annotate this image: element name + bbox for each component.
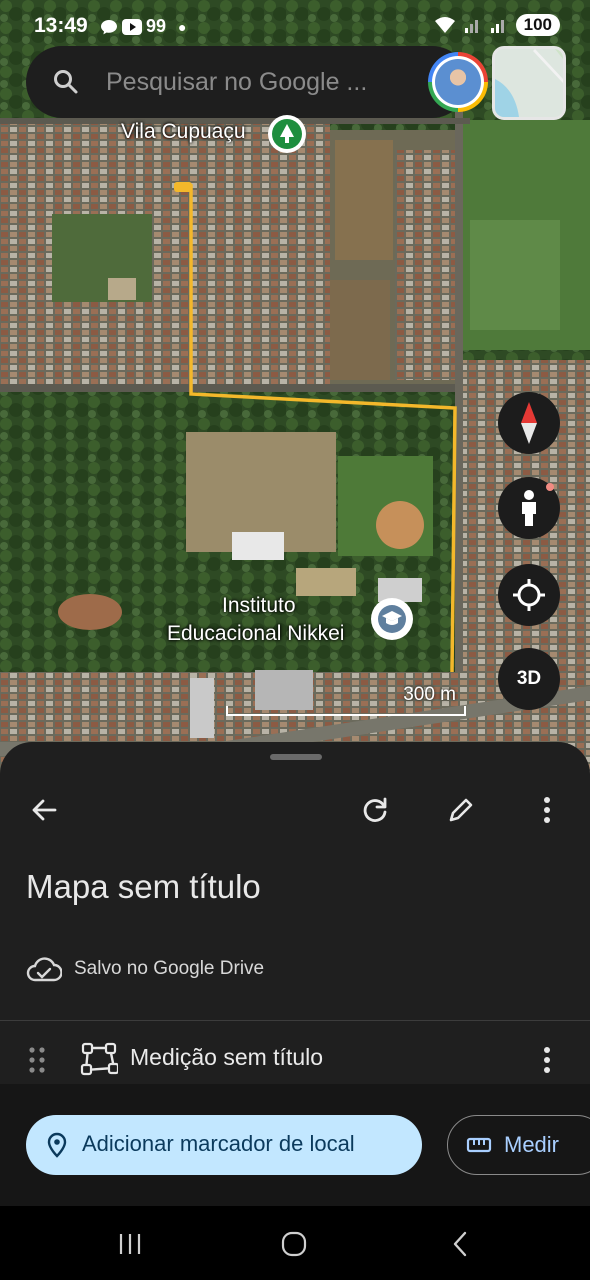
3d-label: 3D — [516, 668, 542, 689]
recent-apps-button[interactable] — [110, 1224, 150, 1264]
map-thumbnail-icon — [495, 49, 563, 117]
search-placeholder[interactable]: Pesquisar no Google ... — [106, 68, 367, 97]
more-vert-icon — [544, 797, 550, 823]
map-title[interactable]: Mapa sem título — [26, 868, 261, 906]
notification-icons: 99 ● — [100, 16, 187, 37]
add-place-marker-button[interactable]: Adicionar marcador de local — [26, 1115, 422, 1175]
measure-button[interactable]: Medir — [447, 1115, 590, 1175]
home-button[interactable] — [274, 1224, 314, 1264]
3d-button[interactable]: 3D — [498, 648, 560, 710]
avatar[interactable] — [428, 52, 488, 112]
refresh-button[interactable] — [353, 788, 397, 832]
my-location-button[interactable] — [498, 564, 560, 626]
drag-handle[interactable] — [270, 754, 322, 760]
poi-label-vila[interactable]: Vila Cupuaçu — [121, 120, 246, 144]
recents-icon — [119, 1234, 141, 1254]
edit-button[interactable] — [439, 788, 483, 832]
satellite-map[interactable]: 13:49 99 ● 100 Pesquisar no Google ... V… — [0, 0, 590, 800]
status-time: 13:49 — [34, 14, 88, 37]
refresh-icon — [363, 797, 387, 822]
pencil-icon — [449, 798, 473, 822]
scale-label: 300 m — [403, 684, 456, 705]
system-back-button[interactable] — [440, 1224, 480, 1264]
tree-icon — [272, 119, 302, 149]
search-icon — [54, 70, 78, 94]
street-view-button[interactable] — [498, 477, 560, 539]
notification-dot — [546, 483, 554, 491]
status-bar: 13:49 99 ● 100 — [0, 0, 590, 52]
youtube-icon — [122, 18, 142, 35]
item-more-icon[interactable] — [543, 1046, 551, 1074]
crosshair-icon — [513, 579, 545, 611]
poi-label-instituto-line2[interactable]: Educacional Nikkei — [167, 622, 344, 646]
measure-label: Medir — [504, 1132, 560, 1157]
compass-button[interactable] — [498, 392, 560, 454]
search-bar[interactable]: Pesquisar no Google ... — [26, 46, 488, 118]
signal-icon-2 — [490, 20, 504, 33]
back-button[interactable] — [22, 788, 66, 832]
drag-indicator-icon[interactable] — [28, 1046, 46, 1074]
scale-bar: 300 m — [226, 684, 466, 716]
polygon-icon — [80, 1042, 118, 1076]
save-status-text: Salvo no Google Drive — [74, 958, 265, 979]
divider — [0, 1020, 590, 1021]
pegman-icon — [522, 490, 536, 526]
scale-ruler — [226, 706, 466, 716]
signal-icon — [464, 20, 478, 33]
ruler-icon — [466, 1137, 492, 1153]
more-options-button[interactable] — [525, 788, 569, 832]
save-status: Salvo no Google Drive — [26, 956, 264, 982]
wifi-icon — [434, 17, 455, 33]
action-bar: Adicionar marcador de local Medir — [0, 1084, 590, 1206]
school-icon — [374, 601, 410, 637]
system-nav-bar — [0, 1206, 590, 1280]
notification-count: 99 — [146, 16, 167, 36]
bottom-sheet: Mapa sem título Salvo no Google Drive Me… — [0, 742, 590, 1280]
battery-indicator: 100 — [515, 14, 560, 36]
list-item[interactable]: Medição sem título — [0, 1034, 590, 1084]
poi-label-instituto-line1[interactable]: Instituto — [222, 594, 296, 618]
location-pin-icon — [47, 1132, 67, 1158]
chevron-left-icon — [453, 1231, 467, 1257]
add-place-marker-label: Adicionar marcador de local — [82, 1131, 355, 1156]
chat-icon — [101, 19, 117, 34]
arrow-left-icon — [32, 799, 57, 821]
map-layers-button[interactable] — [492, 46, 566, 120]
system-indicators: 100 — [434, 14, 560, 36]
park-pin[interactable] — [268, 115, 306, 153]
school-pin[interactable] — [371, 598, 413, 640]
home-icon — [281, 1231, 307, 1257]
compass-icon — [521, 402, 537, 444]
list-item-label[interactable]: Medição sem título — [130, 1044, 323, 1071]
dot-icon: ● — [178, 18, 187, 35]
profile-photo — [435, 59, 481, 105]
cloud-done-icon — [26, 957, 62, 982]
